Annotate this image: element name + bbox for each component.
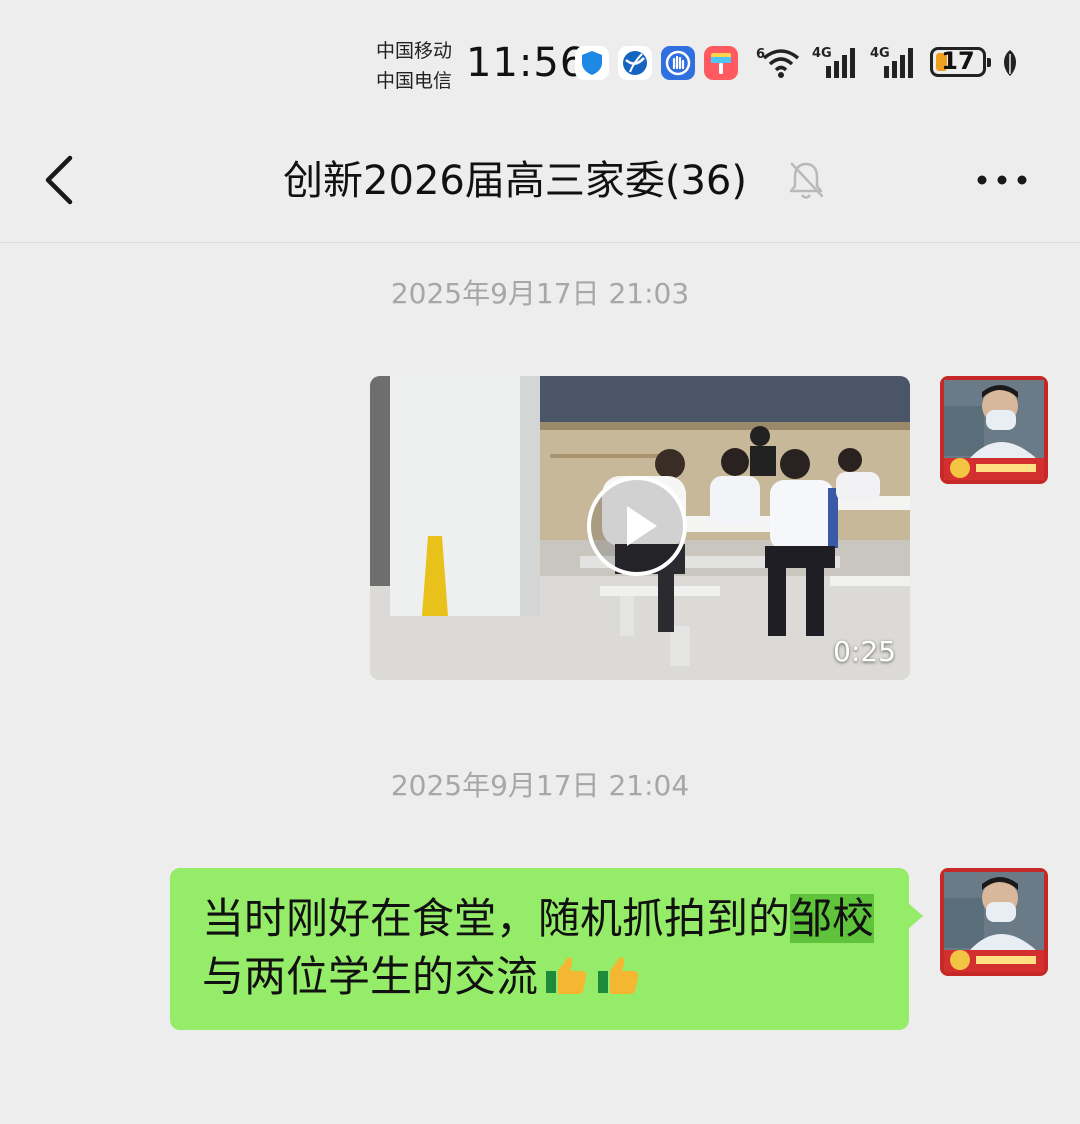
mute-bell-icon (786, 158, 826, 206)
thumbs-up-icon (542, 951, 590, 999)
carrier-2: 中国电信 (376, 70, 453, 92)
avatar-image (940, 868, 1048, 976)
highlighted-text: 邹校 (790, 894, 875, 943)
avatar[interactable] (940, 868, 1048, 976)
more-button[interactable] (970, 160, 1034, 200)
chat-header: 创新2026届高三家委(36) (0, 120, 1080, 243)
wifi-icon: 6 (756, 44, 804, 80)
video-duration: 0:25 (833, 635, 896, 668)
carrier-1: 中国移动 (376, 40, 453, 62)
shield-app-icon (575, 46, 609, 80)
carrier-labels: 中国移动 中国电信 (376, 36, 452, 96)
video-message[interactable]: 0:25 (370, 376, 910, 680)
browser-app-icon (618, 46, 652, 80)
signal-icon: 4G (870, 44, 920, 80)
wifi-label: 6 (756, 47, 765, 62)
status-time: 11:56 (466, 40, 587, 86)
message-text: 与两位学生的交流 (202, 952, 539, 1001)
signal-icon: 4G (812, 44, 862, 80)
chat-title[interactable]: 创新2026届高三家委(36) (0, 148, 1080, 206)
battery-icon: 17 (930, 47, 991, 77)
message-text: 当时刚好在食堂，随机抓拍到的 (202, 894, 791, 943)
leaf-icon (1000, 48, 1020, 82)
message-timestamp: 2025年9月17日 21:04 (390, 769, 690, 802)
thumbs-up-icon (594, 951, 642, 999)
status-bar: 中国移动 中国电信 11:56 6 4G 4G 17 (0, 0, 1080, 120)
message-timestamp: 2025年9月17日 21:03 (390, 277, 690, 310)
sim1-label: 4G (812, 46, 832, 61)
play-icon (587, 476, 687, 576)
hand-app-icon (661, 46, 695, 80)
avatar-image (940, 376, 1048, 484)
battery-level: 17 (941, 47, 975, 75)
text-message-bubble[interactable]: 当时刚好在食堂，随机抓拍到的邹校与两位学生的交流 (170, 868, 923, 1030)
more-icon (977, 175, 1027, 185)
sim2-label: 4G (870, 46, 890, 61)
paint-app-icon (704, 46, 738, 80)
avatar[interactable] (940, 376, 1048, 484)
play-button[interactable] (585, 474, 689, 578)
